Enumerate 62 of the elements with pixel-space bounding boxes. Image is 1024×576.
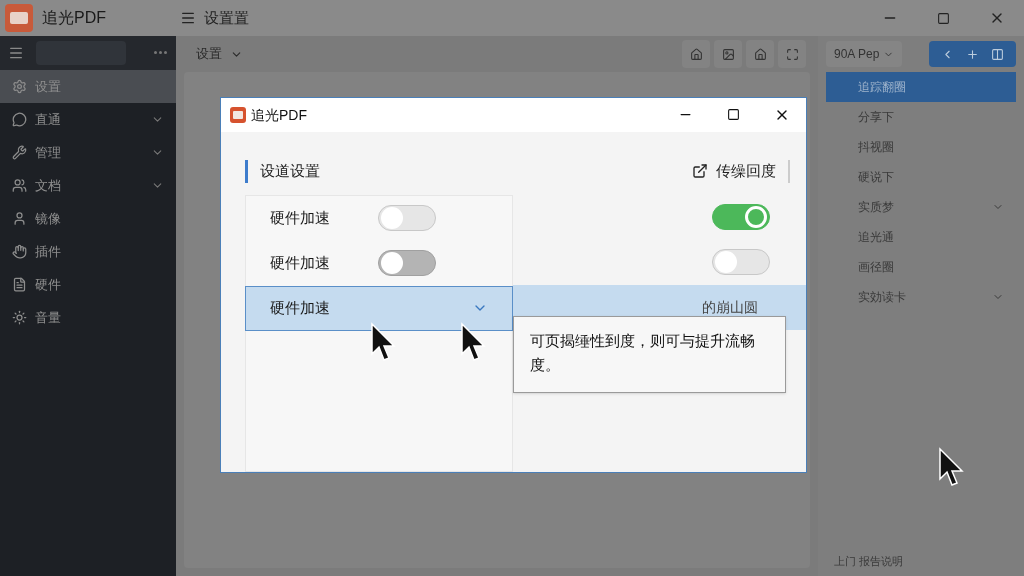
panel-item[interactable]: 追踪翻圈: [826, 72, 1016, 102]
panel-item[interactable]: 实効读卡: [826, 282, 1016, 312]
panel-item[interactable]: 实质梦: [826, 192, 1016, 222]
sidebar-item[interactable]: 硬件: [0, 268, 176, 301]
mouse-pointer-icon: [370, 322, 396, 362]
mouse-pointer-icon: [460, 322, 486, 362]
toolbar-button[interactable]: [682, 40, 710, 68]
tooltip: 可页揭缍性到度，则可与提升流畅度。: [513, 316, 786, 393]
sidebar-item[interactable]: 设置: [0, 70, 176, 103]
external-link-icon: [692, 163, 708, 180]
mouse-pointer-icon: [938, 447, 964, 487]
item-icon: [12, 244, 27, 259]
panel-footer: 上门 报告说明: [834, 552, 904, 570]
item-icon: [12, 145, 27, 160]
setting-row[interactable]: 硬件加速: [246, 195, 512, 241]
panel-item[interactable]: 分享下: [826, 102, 1016, 132]
sidebar-item[interactable]: 镜像: [0, 202, 176, 235]
maximize-icon[interactable]: [727, 108, 740, 121]
menu-icon[interactable]: [8, 45, 24, 61]
settings-dropdown[interactable]: 设置: [188, 44, 251, 64]
app-logo-icon: [229, 106, 247, 124]
toolbar-button[interactable]: [746, 40, 774, 68]
panel-item[interactable]: 抖视圈: [826, 132, 1016, 162]
toolbar-icon: [689, 47, 703, 61]
toggle-switch[interactable]: [712, 249, 770, 275]
toolbar-button[interactable]: [714, 40, 742, 68]
setting-row[interactable]: 硬件加速: [245, 285, 513, 331]
navigation-buttons[interactable]: [929, 41, 1016, 67]
item-icon: [12, 310, 27, 325]
toggle-switch[interactable]: [712, 204, 770, 230]
page-title: 设置置: [204, 7, 249, 28]
setting-row[interactable]: 硬件加速: [246, 240, 512, 286]
section-title: 设道设置: [245, 160, 320, 183]
toggle-switch[interactable]: [378, 250, 436, 276]
plus-icon: [966, 47, 979, 61]
sidebar-item[interactable]: 文档: [0, 169, 176, 202]
toolbar-icon: [753, 47, 767, 61]
columns-icon: [991, 47, 1004, 61]
sidebar-item[interactable]: 管理: [0, 136, 176, 169]
row-value: 的崩山圆: [702, 297, 758, 317]
toolbar-icon: [721, 47, 735, 61]
profile-dropdown[interactable]: 90A Pep: [826, 41, 903, 67]
app-logo-icon: [4, 3, 34, 33]
item-icon: [12, 178, 27, 193]
item-icon: [12, 79, 27, 94]
panel-item[interactable]: 追光通: [826, 222, 1016, 252]
item-icon: [12, 277, 27, 292]
toolbar-icon: [785, 47, 799, 61]
toggle-switch[interactable]: [378, 205, 436, 231]
action-button[interactable]: 传缲回度: [692, 160, 790, 183]
dialog-title: 追光PDF: [251, 105, 307, 125]
item-icon: [12, 211, 27, 226]
app-title: 追光PDF: [42, 8, 106, 28]
sidebar-item[interactable]: 直通: [0, 103, 176, 136]
sidebar-item[interactable]: 插件: [0, 235, 176, 268]
item-icon: [12, 112, 27, 127]
sidebar-item[interactable]: 音量: [0, 301, 176, 334]
more-icon[interactable]: [154, 51, 168, 55]
toolbar-button[interactable]: [778, 40, 806, 68]
menu-icon[interactable]: [180, 10, 196, 26]
panel-item[interactable]: 画径圈: [826, 252, 1016, 282]
panel-item[interactable]: 硬说下: [826, 162, 1016, 192]
